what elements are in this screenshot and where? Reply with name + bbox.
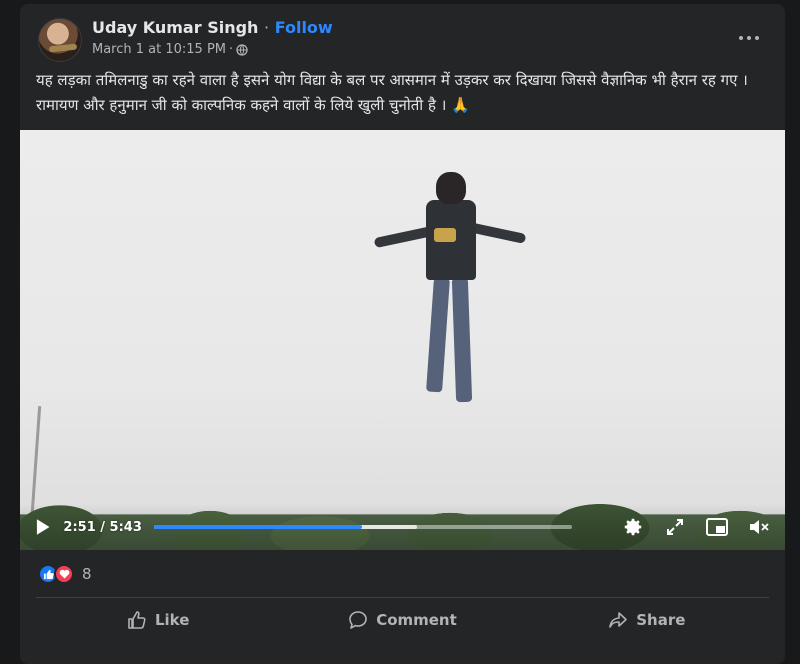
video-controls: 2:51 / 5:43: [20, 504, 785, 550]
like-label: Like: [154, 611, 190, 629]
person-head: [436, 172, 466, 204]
post-body: यह लड़का तमिलनाडु का रहने वाला है इसने य…: [36, 71, 748, 114]
comment-button[interactable]: Comment: [280, 600, 524, 640]
author-name[interactable]: Uday Kumar Singh: [92, 18, 258, 37]
person-leg-left: [426, 277, 450, 393]
like-button[interactable]: Like: [36, 600, 280, 640]
globe-icon[interactable]: [236, 43, 248, 56]
love-icon: [54, 564, 74, 584]
shirt-logo: [434, 228, 456, 242]
share-icon: [609, 612, 628, 628]
meta-separator: ·: [229, 42, 234, 57]
action-bar: Like Comment Share: [36, 600, 769, 640]
person-arm-right: [467, 222, 527, 244]
progress-fill: [153, 525, 363, 529]
post-timestamp[interactable]: March 1 at 10:15 PM: [92, 42, 226, 57]
follow-link[interactable]: Follow: [275, 18, 333, 37]
person-leg-right: [451, 277, 473, 403]
reaction-summary[interactable]: 8: [38, 564, 92, 584]
divider: [36, 597, 769, 598]
progress-bar[interactable]: [153, 525, 573, 529]
post-text: यह लड़का तमिलनाडु का रहने वाला है इसने य…: [36, 68, 771, 118]
post-meta: March 1 at 10:15 PM ·: [92, 42, 248, 57]
avatar[interactable]: [38, 18, 82, 62]
mute-icon[interactable]: [748, 515, 771, 539]
post-header: Uday Kumar Singh · Follow: [92, 18, 333, 37]
comment-label: Comment: [376, 611, 457, 629]
share-label: Share: [636, 611, 686, 629]
post-card: Uday Kumar Singh · Follow March 1 at 10:…: [20, 4, 785, 664]
video-player[interactable]: 2:51 / 5:43: [20, 130, 785, 550]
levitating-person: [370, 170, 530, 410]
share-button[interactable]: Share: [525, 600, 769, 640]
separator: ·: [264, 18, 270, 37]
thumbs-up-icon: [128, 611, 146, 629]
time-display: 2:51 / 5:43: [63, 519, 142, 535]
fullscreen-icon[interactable]: [663, 515, 686, 539]
folded-hands-emoji: 🙏: [451, 96, 470, 114]
more-options-icon[interactable]: [731, 24, 767, 52]
settings-icon[interactable]: [621, 515, 644, 539]
play-icon[interactable]: [34, 518, 51, 536]
picture-in-picture-icon[interactable]: [706, 515, 729, 539]
comment-icon: [349, 611, 367, 629]
reaction-count[interactable]: 8: [82, 565, 92, 583]
